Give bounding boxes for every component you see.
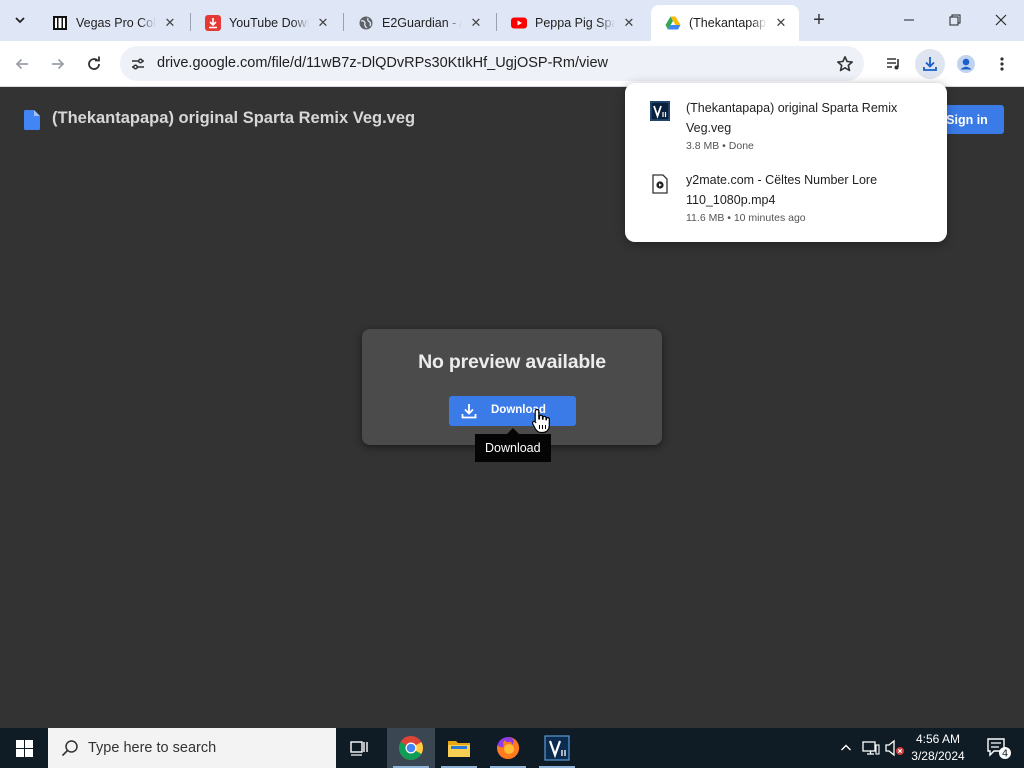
minimize-button[interactable] bbox=[886, 0, 932, 40]
network-tray-button[interactable] bbox=[860, 728, 882, 768]
download-file-name: y2mate.com - Cëltes Number Lore 110_1080… bbox=[686, 173, 878, 207]
download-icon bbox=[923, 57, 937, 71]
notification-count: 4 bbox=[1002, 749, 1008, 760]
downloads-bubble: (Thekantapapa) original Sparta Remix Veg… bbox=[625, 83, 947, 242]
forward-button[interactable] bbox=[43, 49, 73, 79]
volume-tray-button[interactable] bbox=[884, 728, 906, 768]
download-app-icon bbox=[205, 15, 221, 31]
volume-muted-icon bbox=[885, 739, 904, 757]
windows-logo-icon bbox=[15, 739, 33, 757]
clock-time: 4:56 AM bbox=[915, 732, 961, 746]
close-tab-icon[interactable]: ✕ bbox=[468, 15, 484, 31]
tab-peppa-pig[interactable]: Peppa Pig Sparta ✕ bbox=[497, 5, 647, 41]
close-tab-icon[interactable]: ✕ bbox=[315, 15, 331, 31]
profile-button[interactable] bbox=[951, 49, 981, 79]
tab-title: Vegas Pro Collection bbox=[76, 16, 156, 30]
chrome-icon bbox=[398, 736, 423, 761]
browser-toolbar: drive.google.com/file/d/11wB7z-DlQDvRPs3… bbox=[0, 41, 1024, 87]
back-button[interactable] bbox=[7, 49, 37, 79]
download-button[interactable]: Download bbox=[449, 396, 576, 426]
url-text: drive.google.com/file/d/11wB7z-DlQDvRPs3… bbox=[157, 55, 608, 71]
reload-button[interactable] bbox=[79, 49, 109, 79]
video-file-icon bbox=[652, 174, 668, 194]
vegas-file-icon bbox=[650, 101, 670, 121]
clock-date: 3/28/2024 bbox=[911, 749, 965, 763]
task-view-icon bbox=[350, 741, 368, 756]
minimize-icon bbox=[904, 19, 914, 21]
taskbar-search-box[interactable]: Type here to search bbox=[48, 728, 336, 768]
taskbar-file-explorer[interactable] bbox=[435, 728, 483, 768]
taskbar-search-placeholder: Type here to search bbox=[88, 740, 217, 756]
firefox-icon bbox=[497, 736, 520, 759]
site-info-icon[interactable] bbox=[128, 54, 148, 74]
chevron-down-icon bbox=[15, 17, 25, 24]
media-queue-icon bbox=[887, 58, 899, 70]
restore-button[interactable] bbox=[932, 0, 978, 40]
menu-button[interactable] bbox=[987, 49, 1017, 79]
download-file-meta: 3.8 MB • Done bbox=[686, 140, 754, 152]
show-hidden-icons-button[interactable] bbox=[836, 728, 856, 768]
download-icon bbox=[461, 404, 477, 419]
file-title: (Thekantapapa) original Sparta Remix Veg… bbox=[52, 109, 416, 127]
folder-icon bbox=[448, 741, 470, 757]
notification-center-button[interactable]: 4 bbox=[978, 728, 1018, 768]
close-window-button[interactable] bbox=[978, 0, 1024, 40]
notification-icon: 4 bbox=[987, 738, 1011, 760]
back-arrow-icon bbox=[15, 58, 28, 70]
taskbar-clock[interactable]: 4:56 AM 3/28/2024 bbox=[906, 731, 970, 765]
downloads-button[interactable] bbox=[915, 49, 945, 79]
close-tab-icon[interactable]: ✕ bbox=[621, 15, 637, 31]
film-icon bbox=[52, 15, 68, 31]
tab-strip: Vegas Pro Collection ✕ YouTube Downloade… bbox=[0, 0, 1024, 41]
tab-title: Peppa Pig Sparta bbox=[535, 16, 615, 30]
tab-search-button[interactable] bbox=[8, 8, 32, 32]
no-preview-text: No preview available bbox=[418, 351, 606, 373]
tab-e2guardian[interactable]: E2Guardian - Access Denied ✕ bbox=[344, 5, 494, 41]
download-file-meta: 11.6 MB • 10 minutes ago bbox=[686, 212, 806, 224]
taskbar-chrome[interactable] bbox=[387, 728, 435, 768]
new-tab-button[interactable]: + bbox=[808, 9, 830, 31]
tab-title: E2Guardian - Access Denied bbox=[382, 16, 462, 30]
task-view-button[interactable] bbox=[336, 728, 384, 768]
download-file-name: (Thekantapapa) original Sparta Remix Veg… bbox=[686, 101, 898, 135]
media-control-button[interactable] bbox=[879, 49, 909, 79]
download-item[interactable]: y2mate.com - Cëltes Number Lore 110_1080… bbox=[625, 167, 947, 239]
start-button[interactable] bbox=[0, 728, 48, 768]
tab-youtube-downloader[interactable]: YouTube Downloader ✕ bbox=[191, 5, 341, 41]
globe-icon bbox=[358, 15, 374, 31]
taskbar-firefox[interactable] bbox=[484, 728, 532, 768]
google-drive-icon bbox=[665, 15, 681, 31]
address-bar[interactable]: drive.google.com/file/d/11wB7z-DlQDvRPs3… bbox=[120, 46, 864, 81]
taskbar-vegas-pro[interactable] bbox=[533, 728, 581, 768]
more-vertical-icon bbox=[1000, 57, 1004, 71]
reload-icon bbox=[88, 56, 100, 70]
file-document-icon bbox=[24, 110, 40, 130]
restore-icon bbox=[949, 14, 961, 26]
tab-drive-active[interactable]: (Thekantapapa) original Sparta Remix Veg… bbox=[651, 5, 799, 41]
tab-title: YouTube Downloader bbox=[229, 16, 309, 30]
close-tab-icon[interactable]: ✕ bbox=[162, 15, 178, 31]
avatar-icon bbox=[957, 55, 975, 73]
close-icon bbox=[995, 14, 1007, 26]
download-item[interactable]: (Thekantapapa) original Sparta Remix Veg… bbox=[625, 95, 947, 167]
hand-cursor-icon bbox=[531, 408, 550, 434]
windows-taskbar: Type here to search 4:56 AM 3/28/2024 4 bbox=[0, 728, 1024, 768]
bookmark-star-icon[interactable] bbox=[834, 53, 856, 75]
forward-arrow-icon bbox=[52, 58, 65, 70]
search-icon bbox=[61, 740, 78, 757]
network-icon bbox=[862, 741, 880, 755]
tab-vegas-pro[interactable]: Vegas Pro Collection ✕ bbox=[38, 5, 188, 41]
chevron-up-icon bbox=[841, 744, 851, 751]
download-tooltip: Download bbox=[475, 428, 551, 462]
vegas-pro-icon bbox=[544, 735, 570, 761]
tab-title: (Thekantapapa) original Sparta Remix Veg… bbox=[689, 16, 767, 30]
close-tab-icon[interactable]: ✕ bbox=[773, 15, 789, 31]
youtube-icon bbox=[511, 15, 527, 31]
